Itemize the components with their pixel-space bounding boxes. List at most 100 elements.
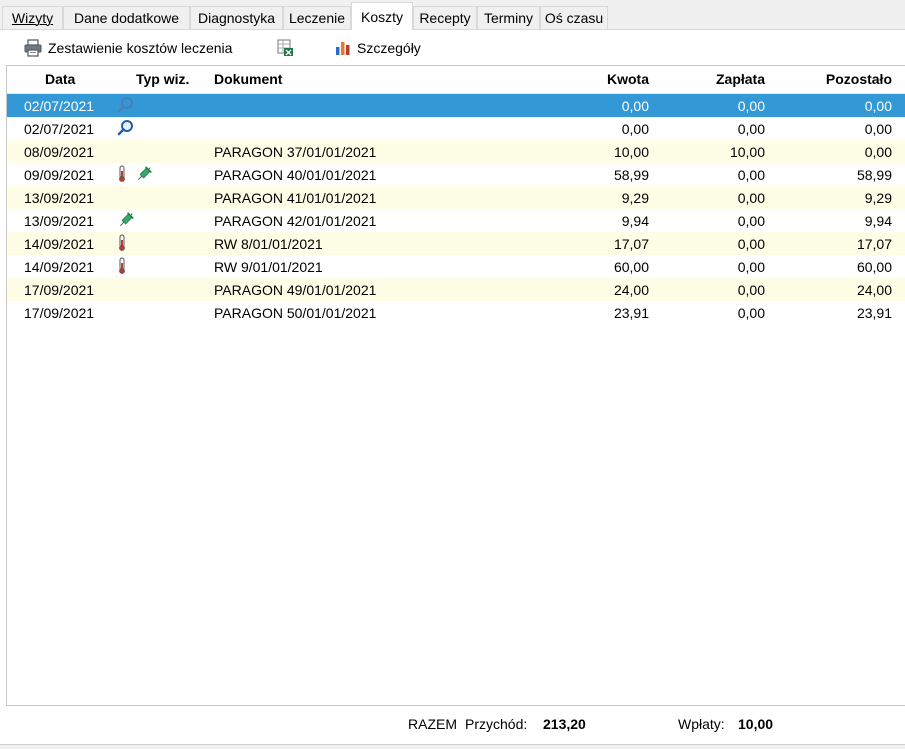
header-remaining[interactable]: Pozostało [826,71,892,87]
cell-remaining: 0,00 [864,121,892,137]
toolbar: Zestawienie kosztów leczenia Szczegóły [0,30,905,64]
cell-document: PARAGON 50/01/01/2021 [214,305,377,321]
table-row[interactable]: 14/09/2021 RW 9/01/01/2021 60,00 0,00 60,00 [7,255,905,278]
table-row[interactable]: 17/09/2021 PARAGON 49/01/01/2021 24,00 0,00… [7,278,905,301]
cell-remaining: 60,00 [856,259,892,275]
cell-date: 08/09/2021 [24,144,95,160]
tab-dane-dodatkowe[interactable]: Dane dodatkowe [63,6,190,29]
costs-table[interactable]: Data Typ wiz. Dokument Kwota Zapłata Poz… [6,65,905,706]
cell-visit-type [117,233,197,253]
table-row[interactable]: 08/09/2021 PARAGON 37/01/01/2021 10,00 10,0… [7,140,905,163]
header-amount[interactable]: Kwota [607,71,649,87]
table-row[interactable]: 02/07/2021 0,00 0,00 0,00 [7,94,905,117]
printer-icon [24,39,42,57]
costs-panel: Zestawienie kosztów leczenia Szczegóły D… [0,30,905,744]
cell-amount: 17,07 [613,236,649,252]
header-paid[interactable]: Zapłata [716,71,765,87]
cell-amount: 10,00 [613,144,649,160]
totals-footer: RAZEM Przychód: 213,20 Wpłaty: 10,00 [0,713,905,743]
tab-recepty[interactable]: Recepty [413,6,477,29]
table-row[interactable]: 09/09/2021 PARAGON 40/01/01/2021 58,99 0,00… [7,163,905,186]
header-document[interactable]: Dokument [214,71,282,87]
details-label: Szczegóły [357,40,421,56]
cell-visit-type [117,256,197,276]
table-row[interactable]: 14/09/2021 RW 8/01/01/2021 17,07 0,00 17,07 [7,232,905,255]
cell-visit-type [117,187,197,207]
cell-paid: 0,00 [737,259,765,275]
cell-document: RW 9/01/01/2021 [214,259,323,275]
cell-remaining: 23,91 [856,305,892,321]
cell-remaining: 0,00 [864,144,892,160]
table-row[interactable]: 13/09/2021 PARAGON 41/01/01/2021 9,29 0,00 9… [7,186,905,209]
magnifier-icon [117,119,135,140]
cell-paid: 0,00 [737,98,765,114]
bar-chart-icon [336,42,350,55]
income-label: Przychód: [465,716,528,732]
tab-bar: Wizyty Dane dodatkowe Diagnostyka Leczen… [0,0,905,30]
tab-terminy[interactable]: Terminy [477,6,540,29]
cell-visit-type [117,302,197,322]
magnifier-icon [117,96,135,117]
cell-amount: 0,00 [621,121,649,137]
cell-paid: 0,00 [737,190,765,206]
cell-remaining: 0,00 [864,98,892,114]
cell-amount: 0,00 [621,98,649,114]
cell-remaining: 9,94 [864,213,892,229]
cell-visit-type [117,141,197,161]
excel-export-button[interactable] [276,37,294,59]
cell-document: PARAGON 37/01/01/2021 [214,144,377,160]
cell-paid: 0,00 [737,236,765,252]
cell-amount: 24,00 [613,282,649,298]
cell-paid: 0,00 [737,121,765,137]
cell-paid: 0,00 [737,282,765,298]
cell-date: 17/09/2021 [24,305,95,321]
cell-visit-type [117,95,197,115]
cell-remaining: 17,07 [856,236,892,252]
cell-visit-type [117,118,197,138]
payments-value: 10,00 [738,716,774,732]
header-visit-type[interactable]: Typ wiz. [136,71,189,87]
thermometer-icon [117,165,127,186]
status-strip [0,744,905,749]
cell-date: 02/07/2021 [24,98,95,114]
print-cost-summary-label: Zestawienie kosztów leczenia [48,40,233,56]
cell-date: 14/09/2021 [24,259,95,275]
table-row[interactable]: 02/07/2021 0,00 0,00 0,00 [7,117,905,140]
cell-paid: 0,00 [737,305,765,321]
cell-paid: 10,00 [729,144,765,160]
cell-date: 09/09/2021 [24,167,95,183]
cell-amount: 58,99 [613,167,649,183]
tab-wizyty[interactable]: Wizyty [2,6,63,29]
cell-visit-type [117,210,197,230]
tab-leczenie[interactable]: Leczenie [283,6,351,29]
cell-date: 14/09/2021 [24,236,95,252]
cell-document: PARAGON 41/01/01/2021 [214,190,377,206]
excel-export-icon [277,39,293,56]
cell-visit-type [117,164,197,184]
tab-koszty[interactable]: Koszty [351,2,413,30]
details-button[interactable]: Szczegóły [335,37,421,59]
tab-diagnostyka[interactable]: Diagnostyka [190,6,283,29]
cell-visit-type [117,279,197,299]
total-label: RAZEM [408,716,457,732]
thermometer-icon [117,257,127,278]
thermometer-icon [117,234,127,255]
cell-amount: 9,29 [621,190,649,206]
tab-os-czasu[interactable]: Oś czasu [540,6,608,29]
cell-amount: 60,00 [613,259,649,275]
cell-document: PARAGON 40/01/01/2021 [214,167,377,183]
cell-document: RW 8/01/01/2021 [214,236,323,252]
cell-document: PARAGON 49/01/01/2021 [214,282,377,298]
cell-amount: 9,94 [621,213,649,229]
cell-date: 13/09/2021 [24,190,95,206]
header-date[interactable]: Data [45,71,75,87]
table-row[interactable]: 17/09/2021 PARAGON 50/01/01/2021 23,91 0,00… [7,301,905,324]
cell-document: PARAGON 42/01/01/2021 [214,213,377,229]
syringe-icon [135,165,153,186]
income-value: 213,20 [543,716,586,732]
cell-remaining: 24,00 [856,282,892,298]
cell-remaining: 9,29 [864,190,892,206]
cell-date: 17/09/2021 [24,282,95,298]
print-cost-summary-button[interactable]: Zestawienie kosztów leczenia [24,37,232,59]
table-row[interactable]: 13/09/2021 PARAGON 42/01/01/2021 9,94 0,00 9… [7,209,905,232]
